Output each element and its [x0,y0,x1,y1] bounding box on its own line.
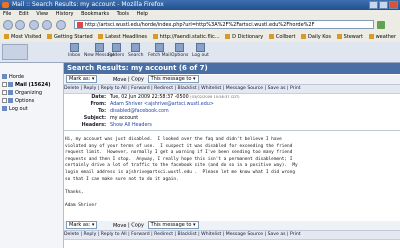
folder-icon [111,43,121,52]
back-arrow-icon[interactable] [3,20,13,30]
maximize-button[interactable] [379,1,388,9]
expand-icon[interactable] [2,98,7,103]
menu-bookmarks[interactable]: Bookmarks [81,11,109,17]
message-links-bottom[interactable]: Delete | Reply | Reply to All | Forward … [64,231,400,240]
search-button[interactable]: Search [128,43,143,58]
action-bar-top: Mark as: ▾ Move | Copy This message to ▾ [64,75,400,85]
mark-as-select[interactable]: Mark as: ▾ [66,75,98,83]
logout-icon [195,43,205,52]
organizing-icon [8,90,13,95]
sidebar-item-mail[interactable]: Mail (15624) [2,82,50,88]
folders-button[interactable]: Folders [108,43,124,58]
inbox-icon [69,43,79,52]
window-title: Mail :: Search Results: my account - Moz… [12,1,164,8]
menu-tools[interactable]: Tools [117,11,129,17]
message-links-top[interactable]: Delete | Reply | Reply to All | Forward … [64,85,400,94]
mail-icon [8,82,13,87]
inbox-button[interactable]: Inbox [68,43,80,58]
menu-bar: File Edit View History Bookmarks Tools H… [0,10,400,18]
menu-help[interactable]: Help [137,11,148,17]
bookmark-icon [268,34,274,39]
bookmark-item[interactable]: Stewart [336,32,363,42]
move-target-select[interactable]: This message to ▾ [147,221,199,229]
url-bar[interactable]: http://artsci.wustl.edu/horde/index.php?… [74,20,374,29]
sidebar-item-horde[interactable]: Horde [2,74,24,80]
action-bar-bottom: Mark as: ▾ Move | Copy This message to ▾ [64,221,400,231]
options-icon [8,98,13,103]
bookmark-icon [368,34,374,39]
menu-view[interactable]: View [36,11,48,17]
bookmark-icon [47,34,53,39]
header-date: Date: Tue, 02 Jun 2009 22:58:37 -0500 (0… [91,95,240,100]
fetch-mail-icon [154,43,164,52]
menu-edit[interactable]: Edit [19,11,29,17]
url-text: http://artsci.wustl.edu/horde/index.php?… [85,22,315,28]
sidebar: Horde Mail (15624) Organizing Options Lo… [0,63,64,248]
menu-history[interactable]: History [56,11,74,17]
header-headers: Headers: Show All Headers [81,123,152,128]
close-window-button[interactable] [389,1,398,9]
bookmark-item[interactable]: Most Visited [4,32,41,42]
navigation-toolbar: http://artsci.wustl.edu/horde/index.php?… [0,18,400,33]
bookmark-item[interactable]: Daily Kos [301,32,331,42]
log-out-button[interactable]: Log out [192,43,209,58]
forward-arrow-icon[interactable] [15,20,25,30]
bookmark-item[interactable]: http://faendi.static.flic... [152,32,220,42]
bookmark-icon [301,34,307,39]
move-button[interactable]: Move [113,223,126,229]
move-button[interactable]: Move [113,77,126,83]
minimize-button[interactable] [369,1,378,9]
move-target-select[interactable]: This message to ▾ [147,75,199,83]
search-icon [131,43,141,52]
bookmark-item[interactable]: Collbert [268,32,295,42]
rss-icon [98,34,104,39]
compose-icon [94,43,104,52]
window-titlebar: Mail :: Search Results: my account - Moz… [0,0,400,10]
message-body: Hi, my account was just disabled. I look… [65,137,298,208]
options-icon [175,43,185,52]
options-button[interactable]: Options [171,43,188,58]
bookmark-icon [336,34,342,39]
logout-icon [2,106,7,111]
bookmark-item[interactable]: Getting Started [47,32,93,42]
bookmark-item[interactable]: Latest Headlines [98,32,147,42]
horde-icon [2,74,7,79]
reload-icon[interactable] [29,20,39,30]
bookmark-icon [4,34,9,39]
horde-toolbar: Inbox New Message Folders Search Fetch M… [0,42,400,63]
header-to: To: disabled@facebook.com [98,109,169,114]
home-icon[interactable] [56,20,66,30]
expand-icon[interactable] [2,82,7,87]
expand-icon[interactable] [2,90,7,95]
bookmark-item[interactable]: D Dictionary [225,32,263,42]
horde-logo [2,44,28,60]
message-view: Search Results: my account (6 of 7) Mark… [64,63,400,248]
mark-as-select[interactable]: Mark as: ▾ [66,221,98,229]
copy-button[interactable]: Copy [131,77,144,83]
menu-file[interactable]: File [3,11,11,17]
header-subject: Subject: my account [83,116,139,121]
sidebar-item-organizing[interactable]: Organizing [2,90,42,96]
go-icon[interactable] [377,21,385,29]
header-from: From: Adam Shriver <ajshrive@artsci.wust… [90,102,214,107]
site-favicon [77,22,83,28]
page-title: Search Results: my account (6 of 7) [64,63,400,74]
sidebar-item-options[interactable]: Options [2,98,34,104]
sidebar-item-logout[interactable]: Log out [2,106,28,112]
divider [64,130,400,131]
stop-icon[interactable] [42,20,52,30]
copy-button[interactable]: Copy [131,223,144,229]
bookmark-icon [152,34,158,39]
firefox-icon [2,2,9,8]
bookmark-item[interactable]: weather [368,32,396,42]
bookmark-icon [225,34,231,39]
fetch-mail-button[interactable]: Fetch Mail [148,43,171,58]
